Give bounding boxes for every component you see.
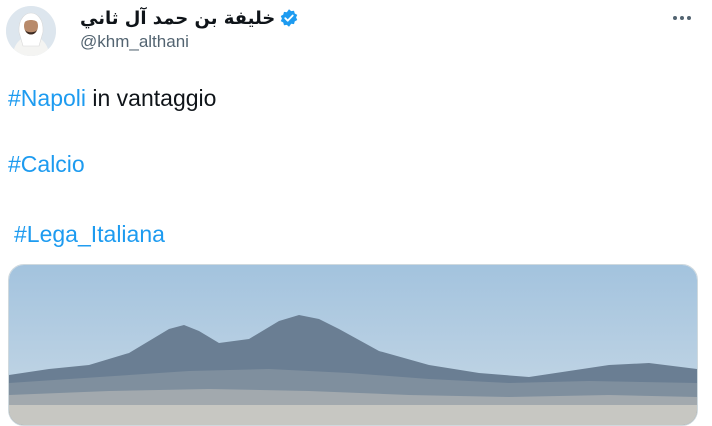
author-display-name[interactable]: خليفة بن حمد آل ثاني <box>80 8 275 29</box>
tweet-text: in vantaggio <box>86 85 217 111</box>
more-dot <box>687 16 691 20</box>
author-handle[interactable]: @khm_althani <box>80 32 189 52</box>
more-options-icon[interactable] <box>670 8 694 28</box>
tweet-text-line: #Calcio <box>8 150 85 178</box>
verified-badge-icon <box>279 8 299 28</box>
tweet-text-line: #Napoli in vantaggio <box>8 84 216 112</box>
more-dot <box>673 16 677 20</box>
tweet[interactable]: خليفة بن حمد آل ثاني @khm_althani #Napol… <box>0 0 712 426</box>
hashtag-link-napoli[interactable]: #Napoli <box>8 85 86 111</box>
tweet-text-line: #Lega_Italiana <box>14 220 165 248</box>
hashtag-link-calcio[interactable]: #Calcio <box>8 151 85 177</box>
hashtag-link-lega-italiana[interactable]: #Lega_Italiana <box>14 221 165 247</box>
more-dot <box>680 16 684 20</box>
author-name-row[interactable]: خليفة بن حمد آل ثاني <box>80 4 299 32</box>
avatar[interactable] <box>6 6 56 56</box>
